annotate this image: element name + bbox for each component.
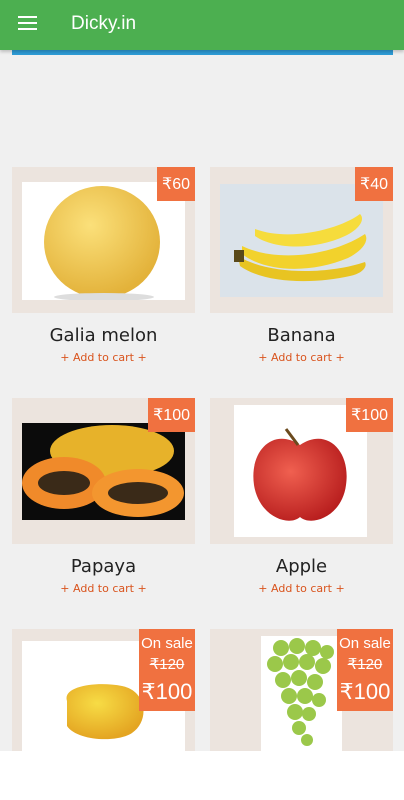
- old-price: ₹120: [347, 656, 383, 673]
- sale-price: ₹100: [339, 679, 391, 704]
- grapes-image: [261, 636, 342, 751]
- sale-label: On sale: [141, 635, 193, 652]
- price-badge: ₹40: [355, 167, 393, 201]
- product-card-papaya[interactable]: ₹100 Papaya + Add to cart +: [12, 398, 195, 595]
- add-to-cart-link[interactable]: + Add to cart +: [12, 351, 195, 364]
- old-price: ₹120: [149, 656, 185, 673]
- banner-strip: [12, 50, 393, 55]
- product-image-frame[interactable]: ₹40: [210, 167, 393, 313]
- product-name: Galia melon: [49, 325, 158, 346]
- app-bar: Dicky.in: [0, 0, 404, 50]
- sale-label: On sale: [339, 635, 391, 652]
- price-badge: ₹100: [148, 398, 195, 432]
- product-card-galia-melon[interactable]: ₹60 Galia melon + Add to cart +: [12, 167, 195, 364]
- product-name: Papaya: [70, 556, 137, 577]
- sale-badge: On sale ₹120 ₹100: [337, 629, 393, 711]
- product-card-banana[interactable]: ₹40 Banana + Add to cart +: [210, 167, 393, 364]
- bottom-blank-area: [0, 751, 404, 800]
- sale-badge: On sale ₹120 ₹100: [139, 629, 195, 711]
- product-name: Apple: [275, 556, 328, 577]
- sale-price: ₹100: [141, 679, 193, 704]
- add-to-cart-link[interactable]: + Add to cart +: [12, 582, 195, 595]
- product-name: Banana: [267, 325, 336, 346]
- hamburger-menu-icon[interactable]: [18, 16, 38, 30]
- app-title: Dicky.in: [71, 13, 137, 34]
- product-image-frame[interactable]: ₹100: [12, 398, 195, 544]
- product-image-frame[interactable]: ₹100: [210, 398, 393, 544]
- papaya-image: [22, 423, 185, 520]
- price-badge: ₹100: [346, 398, 393, 432]
- product-image-frame[interactable]: ₹60: [12, 167, 195, 313]
- add-to-cart-link[interactable]: + Add to cart +: [210, 351, 393, 364]
- add-to-cart-link[interactable]: + Add to cart +: [210, 582, 393, 595]
- product-card-apple[interactable]: ₹100 Apple + Add to cart +: [210, 398, 393, 595]
- price-badge: ₹60: [157, 167, 195, 201]
